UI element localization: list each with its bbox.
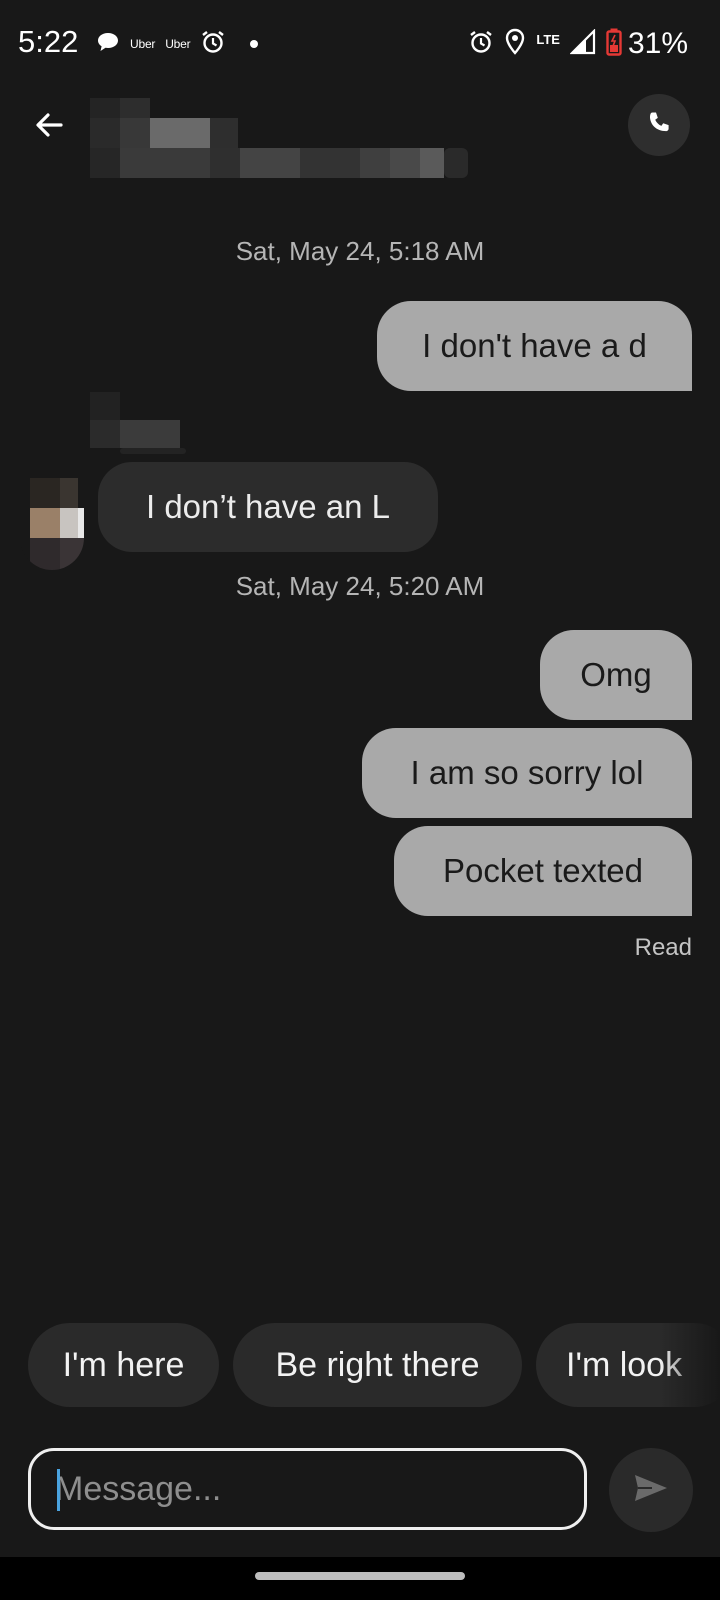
- sender-name-redacted: [90, 392, 200, 458]
- quick-replies: I'm here Be right there I'm look: [28, 1323, 720, 1407]
- outgoing-message[interactable]: Pocket texted: [394, 826, 692, 916]
- quick-reply-chip[interactable]: I'm look: [536, 1323, 720, 1407]
- uber-icon: Uber: [130, 37, 156, 51]
- outgoing-message[interactable]: I don't have a d: [377, 301, 692, 391]
- outgoing-message[interactable]: I am so sorry lol: [362, 728, 692, 818]
- battery-icon: [606, 28, 622, 61]
- location-icon: [504, 28, 526, 61]
- alarm-icon: [468, 29, 494, 60]
- message-timestamp: Sat, May 24, 5:18 AM: [235, 236, 485, 266]
- system-icons: LTE 31%: [468, 24, 688, 64]
- notification-icons: Uber Uber: [96, 28, 259, 60]
- status-time: 5:22: [18, 24, 79, 59]
- send-button[interactable]: [609, 1448, 693, 1532]
- contact-name-redacted: [90, 98, 474, 180]
- network-type: LTE: [536, 31, 560, 47]
- send-icon: [633, 1472, 669, 1509]
- phone-icon: [645, 109, 673, 142]
- back-button[interactable]: [26, 104, 72, 150]
- conversation-header: [0, 88, 720, 198]
- navigation-bar: [0, 1557, 720, 1600]
- message-timestamp: Sat, May 24, 5:20 AM: [235, 571, 485, 601]
- home-handle[interactable]: [255, 1572, 465, 1580]
- status-bar: 5:22 Uber Uber LTE 31%: [0, 0, 720, 88]
- arrow-left-icon: [33, 109, 65, 146]
- uber-icon: Uber: [165, 37, 191, 51]
- incoming-message[interactable]: I don’t have an L: [98, 462, 438, 552]
- sender-avatar[interactable]: [20, 478, 84, 570]
- text-caret: [57, 1469, 60, 1511]
- signal-icon: [569, 27, 596, 60]
- alarm-icon: [200, 29, 226, 60]
- message-composer[interactable]: [28, 1448, 587, 1530]
- call-button[interactable]: [628, 94, 690, 156]
- message-input[interactable]: [55, 1451, 555, 1527]
- more-notifications-dot: [250, 40, 259, 48]
- battery-percent: 31%: [627, 27, 688, 60]
- chat-bubble-icon: [96, 31, 120, 58]
- quick-reply-chip[interactable]: I'm here: [28, 1323, 219, 1407]
- quick-reply-chip[interactable]: Be right there: [233, 1323, 522, 1407]
- read-receipt: Read: [634, 934, 692, 961]
- outgoing-message[interactable]: Omg: [540, 630, 692, 720]
